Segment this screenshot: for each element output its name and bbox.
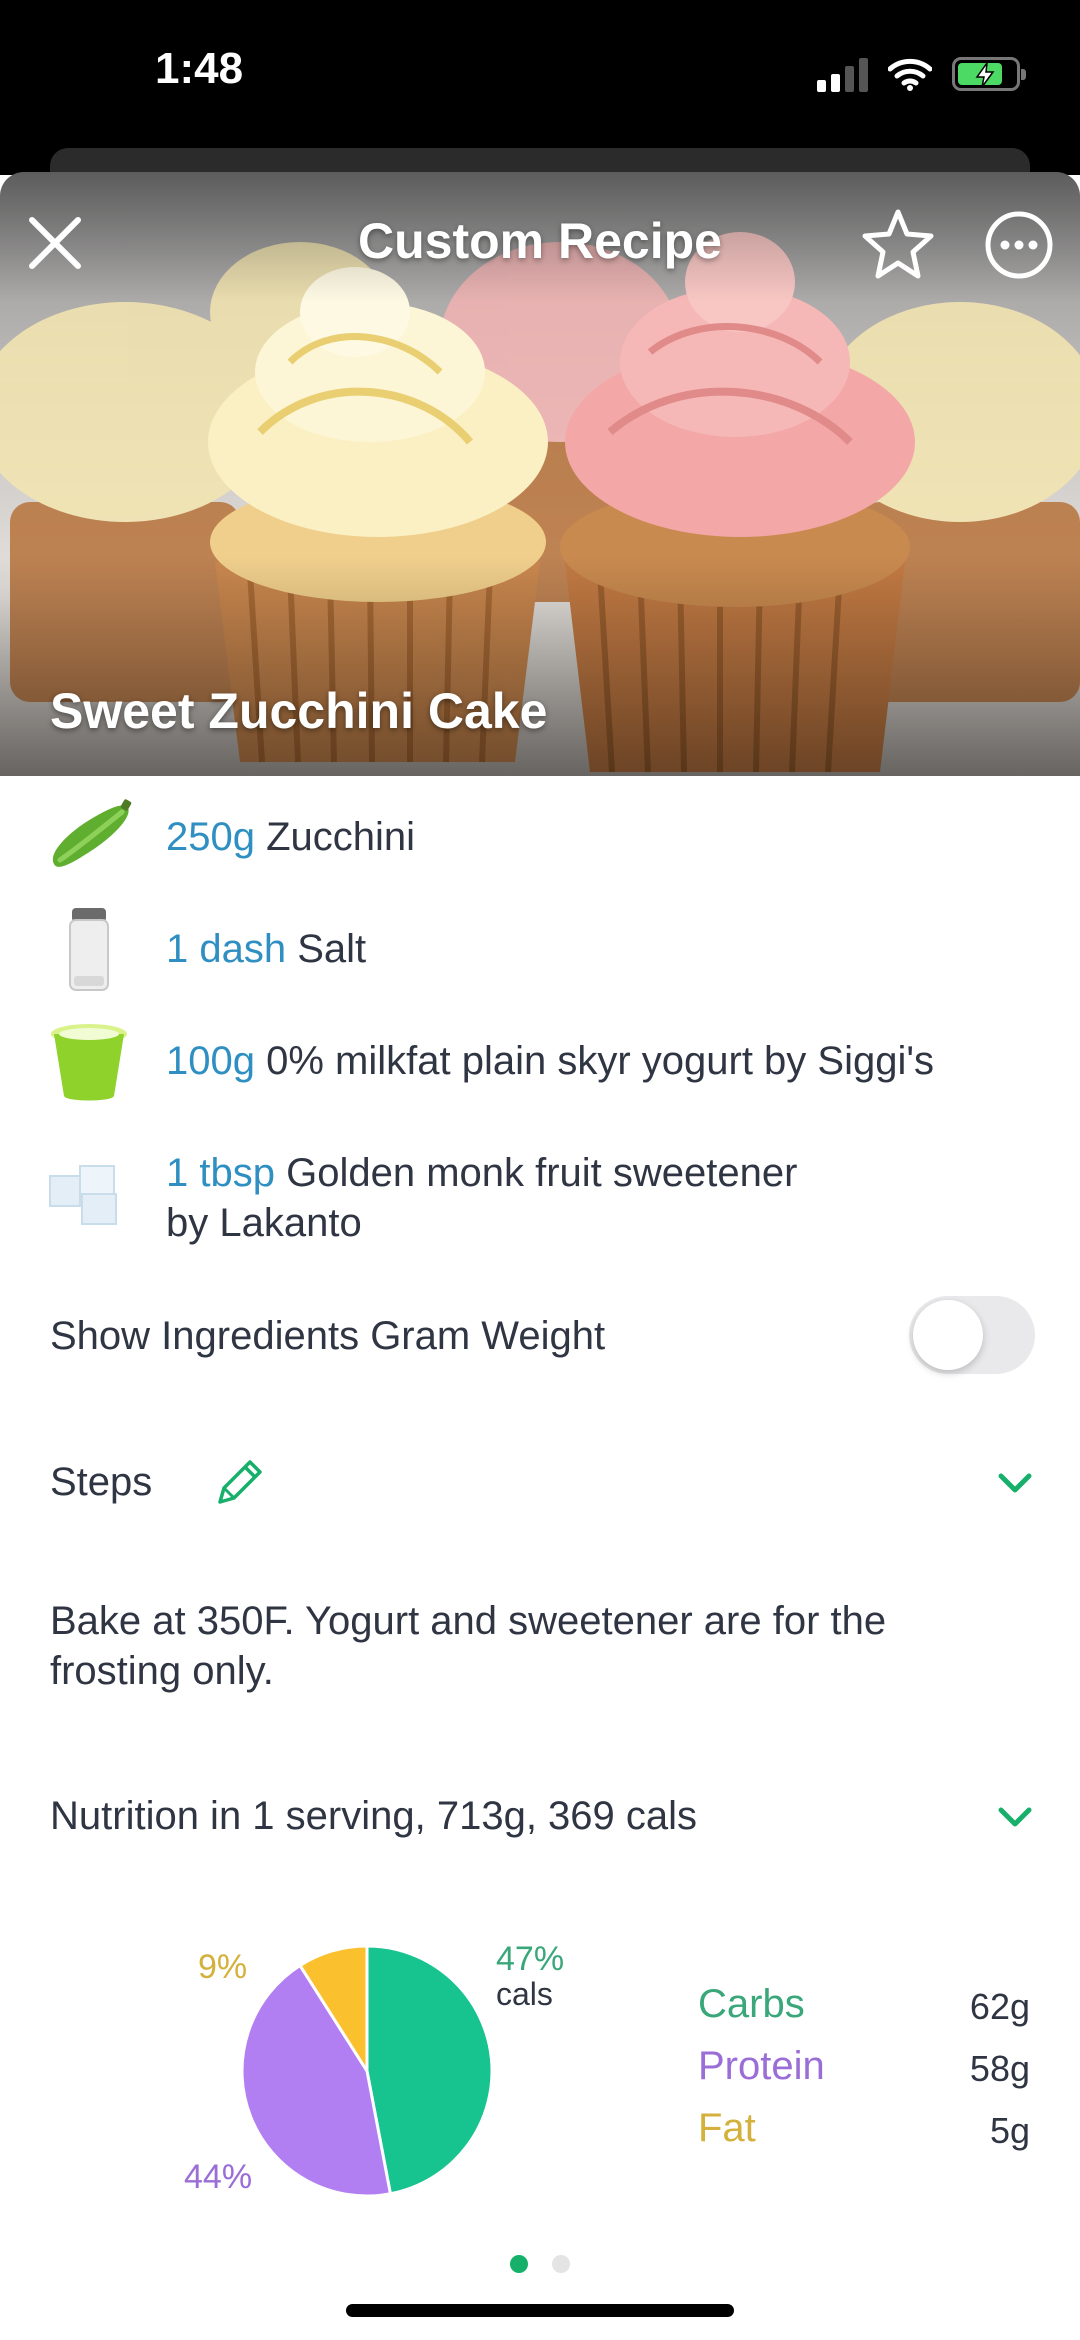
macro-legend: Carbs 62g Protein 58g Fat 5g bbox=[698, 1982, 1030, 2168]
yogurt-cup-icon bbox=[51, 1024, 127, 1101]
legend-row-fat: Fat 5g bbox=[698, 2106, 1030, 2168]
pie-label-fat: 9% bbox=[198, 1948, 248, 1986]
status-icons bbox=[817, 52, 1026, 96]
steps-expand-button[interactable] bbox=[995, 1468, 1035, 1498]
salt-shaker-icon bbox=[69, 908, 109, 991]
ingredient-quantity: 1 tbsp bbox=[166, 1151, 275, 1195]
steps-title: Steps bbox=[50, 1460, 153, 1504]
gram-weight-toggle-row: Show Ingredients Gram Weight bbox=[50, 1296, 1035, 1382]
status-time: 1:48 bbox=[155, 44, 244, 93]
legend-row-carbs: Carbs 62g bbox=[698, 1982, 1030, 2044]
chevron-down-icon bbox=[998, 1807, 1032, 1827]
edit-steps-button[interactable] bbox=[210, 1454, 268, 1512]
close-button[interactable] bbox=[22, 210, 88, 276]
ingredient-name: Salt bbox=[297, 927, 367, 971]
cellular-signal-icon bbox=[817, 56, 868, 92]
steps-text-line1: Bake at 350F. Yogurt and sweetener are f… bbox=[50, 1599, 887, 1643]
recipe-name: Sweet Zucchini Cake bbox=[50, 683, 548, 739]
nutrition-expand-button[interactable] bbox=[995, 1802, 1035, 1832]
page-dot-active[interactable] bbox=[510, 2255, 528, 2273]
legend-value: 62g bbox=[969, 1986, 1030, 2027]
recipe-header: Custom Recipe bbox=[0, 202, 1080, 282]
pie-label-protein: 44% bbox=[184, 2158, 253, 2196]
ingredient-quantity: 100g bbox=[166, 1039, 255, 1083]
legend-value: 58g bbox=[969, 2048, 1030, 2089]
page-dot[interactable] bbox=[552, 2255, 570, 2273]
ingredient-name-line2: by Lakanto bbox=[166, 1201, 362, 1245]
ingredient-name: Zucchini bbox=[266, 815, 416, 859]
ingredient-name: 0% milkfat plain skyr yogurt by Siggi's bbox=[266, 1039, 934, 1083]
ingredient-name: Golden monk fruit sweetener bbox=[286, 1151, 798, 1195]
steps-section-header[interactable]: Steps bbox=[50, 1454, 1035, 1514]
chevron-down-icon bbox=[998, 1473, 1032, 1493]
more-options-button[interactable] bbox=[984, 210, 1054, 280]
steps-text: Bake at 350F. Yogurt and sweetener are f… bbox=[50, 1596, 1010, 1696]
ingredient-quantity: 1 dash bbox=[166, 927, 287, 971]
legend-name: Fat bbox=[698, 2106, 756, 2150]
more-icon bbox=[985, 211, 1053, 279]
star-icon bbox=[862, 209, 934, 279]
close-icon bbox=[29, 217, 81, 269]
legend-name: Protein bbox=[698, 2044, 825, 2088]
nutrition-section-header[interactable]: Nutrition in 1 serving, 713g, 369 cals bbox=[50, 1790, 1035, 1850]
battery-charging-icon bbox=[952, 57, 1026, 91]
legend-value: 5g bbox=[989, 2110, 1030, 2151]
wifi-icon bbox=[888, 58, 932, 91]
favorite-button[interactable] bbox=[860, 206, 936, 282]
sugar-cubes-icon bbox=[49, 1165, 117, 1225]
nutrition-title: Nutrition in 1 serving, 713g, 369 cals bbox=[50, 1794, 698, 1838]
zucchini-icon bbox=[52, 799, 132, 867]
steps-text-line2: frosting only. bbox=[50, 1649, 274, 1693]
ingredient-quantity: 250g bbox=[166, 815, 255, 859]
page-indicator[interactable] bbox=[0, 2255, 1080, 2275]
pie-label-carbs: 47% bbox=[496, 1940, 565, 1978]
pie-label-cals: cals bbox=[496, 1976, 553, 2012]
legend-row-protein: Protein 58g bbox=[698, 2044, 1030, 2106]
toggle-knob bbox=[913, 1300, 983, 1370]
pencil-icon bbox=[218, 1460, 262, 1504]
hero-bottom-gradient bbox=[0, 556, 1080, 776]
home-indicator[interactable] bbox=[346, 2304, 734, 2317]
gram-weight-label: Show Ingredients Gram Weight bbox=[50, 1314, 606, 1358]
gram-weight-toggle[interactable] bbox=[909, 1296, 1035, 1374]
recipe-hero-image: Custom Recipe Sweet Zucchini Cake bbox=[0, 172, 1080, 776]
legend-name: Carbs bbox=[698, 1982, 805, 2026]
pie-slice-carbs bbox=[365, 1944, 494, 2196]
macro-pie-chart bbox=[240, 1944, 494, 2198]
